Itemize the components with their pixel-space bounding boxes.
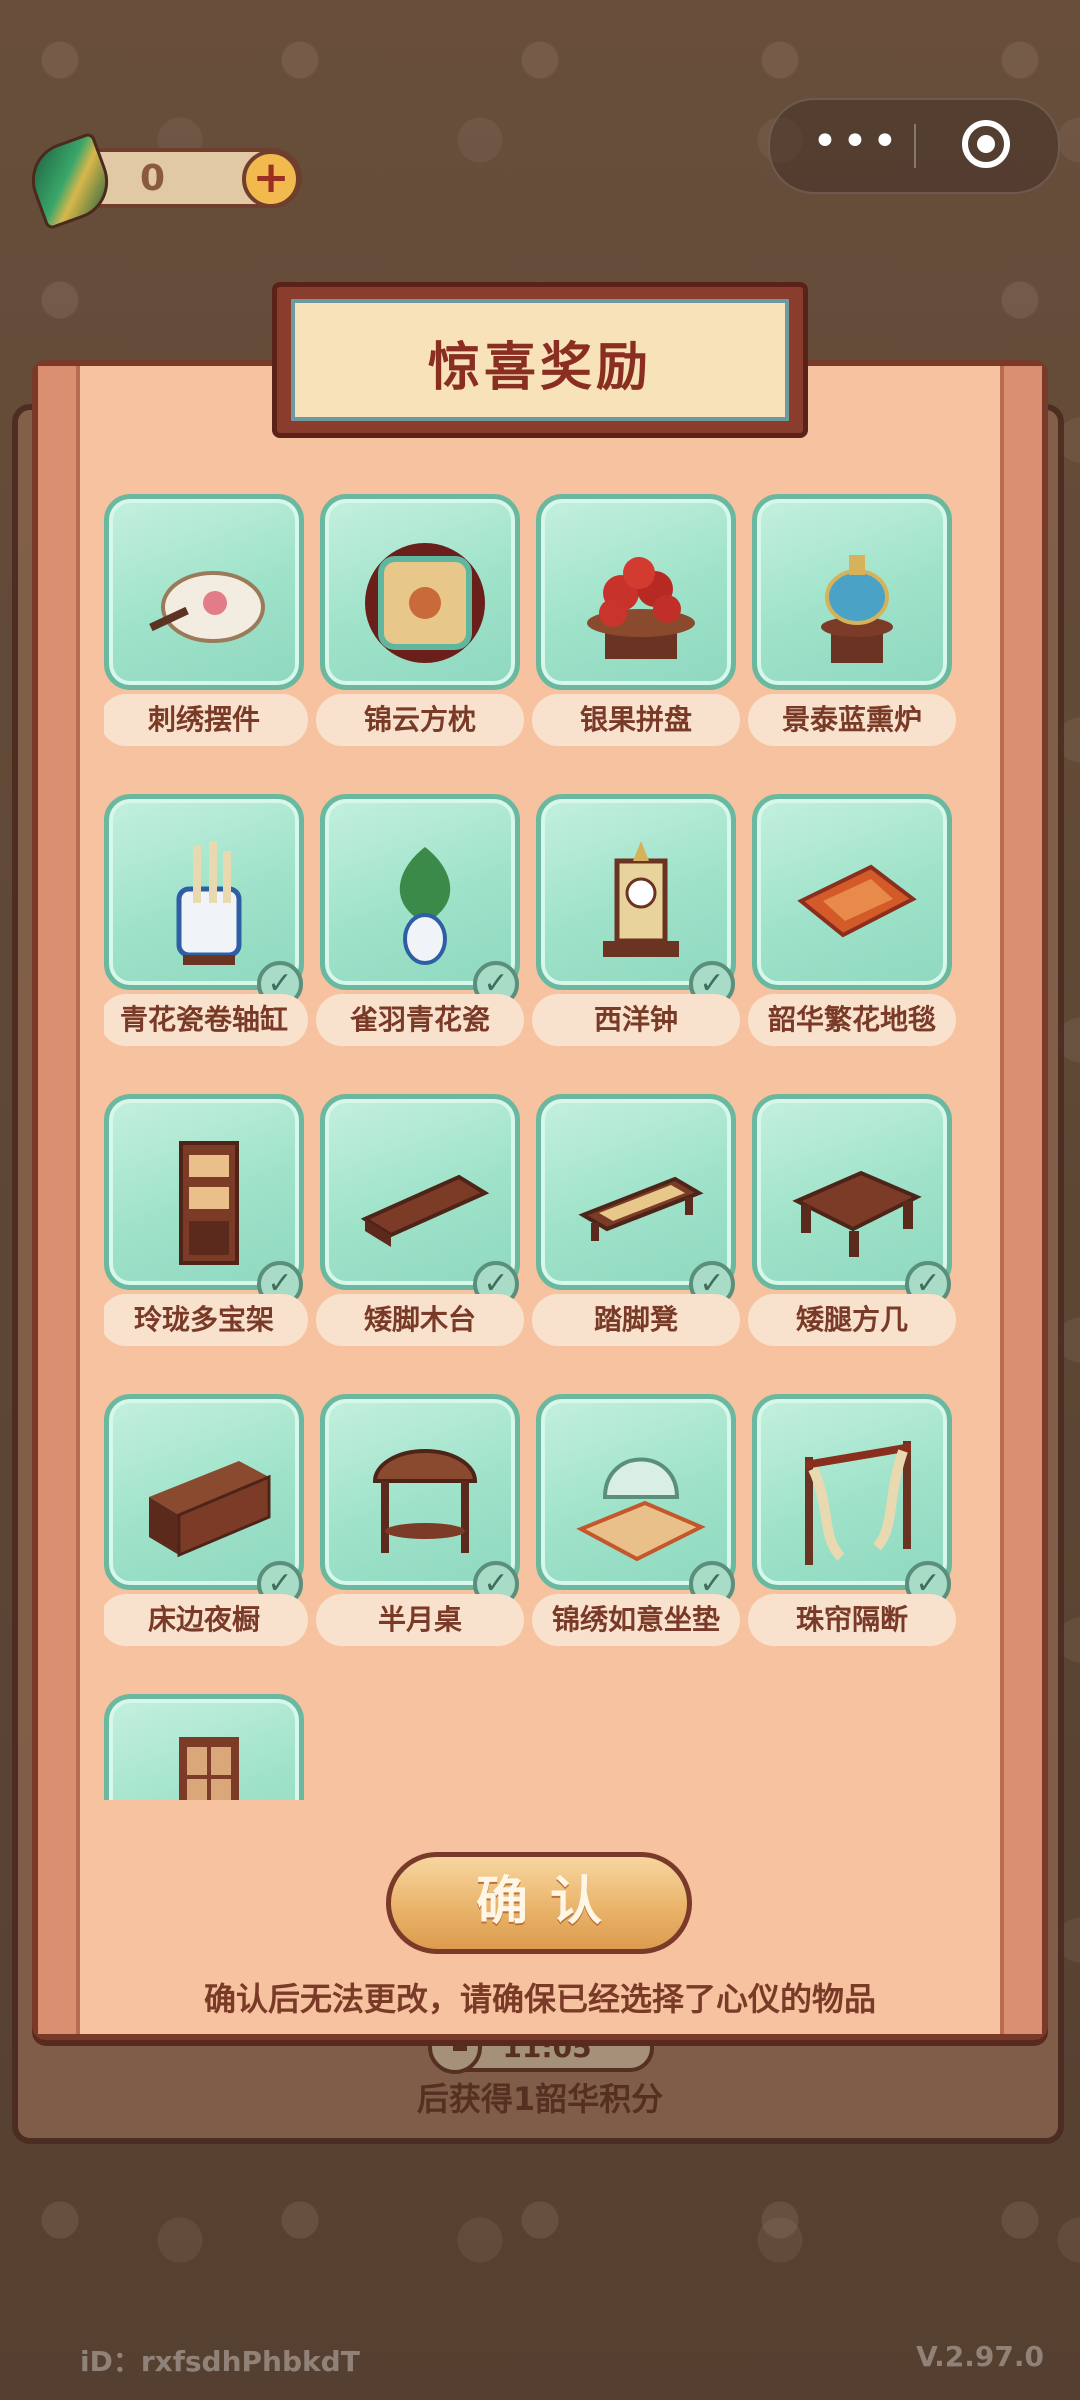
bedside-cabinet-icon <box>143 1437 275 1569</box>
item-label: 青花瓷卷轴缸 <box>104 994 308 1046</box>
reward-item-card[interactable]: 银果拼盘 <box>532 480 740 746</box>
item-label: 雀羽青花瓷 <box>316 994 524 1046</box>
item-tile[interactable]: ✓ <box>104 794 304 1007</box>
ruyi-cushion-icon <box>575 1437 707 1569</box>
reward-item-card[interactable]: ✓ 西洋钟 <box>532 780 740 1046</box>
low-square-table-icon <box>791 1137 923 1269</box>
reward-item-card[interactable]: ✓ 矮脚木台 <box>316 1080 524 1346</box>
item-tile[interactable] <box>104 1694 304 1800</box>
item-label: 矮腿方几 <box>748 1294 956 1346</box>
version-label: V.2.97.0 <box>916 2340 1044 2373</box>
reward-item-card[interactable]: ✓ 锦绣如意坐垫 <box>532 1380 740 1646</box>
more-icon[interactable]: ••• <box>812 120 902 164</box>
low-wood-platform-icon <box>359 1137 491 1269</box>
reward-item-card[interactable]: ✓ 矮腿方几 <box>748 1080 956 1346</box>
close-target-icon[interactable] <box>962 120 1010 168</box>
item-tile[interactable]: ✓ <box>536 1094 736 1307</box>
reward-item-card[interactable]: ✓ 青花瓷卷轴缸 <box>104 780 308 1046</box>
reward-item-card[interactable] <box>104 1680 304 1800</box>
half-moon-table-icon <box>359 1437 491 1569</box>
add-currency-button[interactable]: + <box>242 150 300 208</box>
modal-right-rail <box>1000 366 1042 2034</box>
item-tile[interactable] <box>752 494 952 690</box>
item-label: 半月桌 <box>316 1594 524 1646</box>
item-label: 锦云方枕 <box>316 694 524 746</box>
item-label: 锦绣如意坐垫 <box>532 1594 740 1646</box>
lattice-screen-icon <box>143 1737 275 1800</box>
reward-item-card[interactable]: ✓ 半月桌 <box>316 1380 524 1646</box>
item-label: 景泰蓝熏炉 <box>748 694 956 746</box>
item-label: 床边夜橱 <box>104 1594 308 1646</box>
fruit-platter-icon <box>575 537 707 669</box>
item-tile[interactable]: ✓ <box>104 1094 304 1307</box>
bead-curtain-icon <box>791 1437 923 1569</box>
porcelain-scroll-jar-icon <box>143 837 275 969</box>
item-tile[interactable] <box>536 494 736 690</box>
capsule-divider <box>914 124 916 168</box>
modal-title: 惊喜奖励 <box>427 338 652 398</box>
item-label: 矮脚木台 <box>316 1294 524 1346</box>
item-tile[interactable]: ✓ <box>536 794 736 1007</box>
reward-item-card[interactable]: 韶华繁花地毯 <box>748 780 956 1046</box>
floral-carpet-icon <box>791 837 923 969</box>
western-clock-icon <box>575 837 707 969</box>
confirm-warning-text: 确认后无法更改，请确保已经选择了心仪的物品 <box>203 1980 876 2018</box>
reward-item-card[interactable]: 景泰蓝熏炉 <box>748 480 956 746</box>
reward-item-card[interactable]: ✓ 玲珑多宝架 <box>104 1080 308 1346</box>
reward-item-card[interactable]: ✓ 珠帘隔断 <box>748 1380 956 1646</box>
item-tile[interactable] <box>320 494 520 690</box>
currency-value: 0 <box>140 158 166 199</box>
reward-item-card[interactable]: ✓ 床边夜橱 <box>104 1380 308 1646</box>
embroidery-fan-icon <box>143 537 275 669</box>
item-tile[interactable]: ✓ <box>104 1394 304 1607</box>
user-id: iD：rxfsdhPhbkdT <box>80 2345 360 2378</box>
item-label: 玲珑多宝架 <box>104 1294 308 1346</box>
feather-vase-icon <box>359 837 491 969</box>
item-tile[interactable]: ✓ <box>752 1094 952 1307</box>
item-label: 刺绣摆件 <box>104 694 308 746</box>
square-pillow-icon <box>359 537 491 669</box>
item-tile[interactable]: ✓ <box>536 1394 736 1607</box>
footstool-icon <box>575 1137 707 1269</box>
item-tile[interactable]: ✓ <box>320 1094 520 1307</box>
reward-item-card[interactable]: 刺绣摆件 <box>104 480 308 746</box>
item-label: 银果拼盘 <box>532 694 740 746</box>
item-tile[interactable]: ✓ <box>320 794 520 1007</box>
feather-currency-bar: 0 + <box>20 131 302 231</box>
reward-item-grid: 刺绣摆件 锦云方枕 银果拼盘 景泰蓝熏炉 ✓ 青花瓷卷轴缸 ✓ 雀羽青花瓷 ✓ 西洋钟 韶华繁花地毯… <box>104 480 974 1800</box>
reward-item-card[interactable]: ✓ 踏脚凳 <box>532 1080 740 1346</box>
reward-item-card[interactable]: ✓ 雀羽青花瓷 <box>316 780 524 1046</box>
item-label: 珠帘隔断 <box>748 1594 956 1646</box>
reward-item-card[interactable]: 锦云方枕 <box>316 480 524 746</box>
modal-left-rail <box>38 366 80 2034</box>
cloisonne-censer-icon <box>791 537 923 669</box>
item-tile[interactable] <box>104 494 304 690</box>
item-label: 西洋钟 <box>532 994 740 1046</box>
item-tile[interactable]: ✓ <box>320 1394 520 1607</box>
curio-shelf-icon <box>143 1137 275 1269</box>
item-tile[interactable] <box>752 794 952 990</box>
confirm-button[interactable]: 确认 <box>386 1852 692 1954</box>
item-tile[interactable]: ✓ <box>752 1394 952 1607</box>
miniprogram-capsule: ••• <box>768 98 1060 194</box>
item-label: 踏脚凳 <box>532 1294 740 1346</box>
modal-title-frame: 惊喜奖励 <box>272 282 808 438</box>
item-label: 韶华繁花地毯 <box>748 994 956 1046</box>
